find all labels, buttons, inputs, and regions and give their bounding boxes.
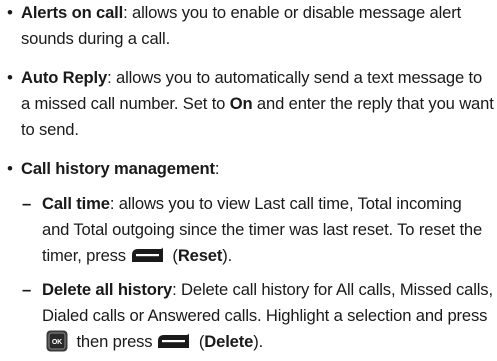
term-auto-reply: Auto Reply [21,68,108,87]
then-press: then press [72,332,153,351]
ok-key-text: OK [52,339,62,346]
key-label-delete: Delete [204,332,254,351]
list-item-call-history-management: • Call history management: [7,156,491,182]
bullet-glyph: • [7,3,13,22]
paren-close: ). [222,246,233,265]
list-item-alerts-on-call: • Alerts on call: allows you to enable o… [7,0,491,52]
bullet-glyph: • [7,159,13,178]
term-call-time: Call time [42,194,110,213]
key-label-reset: Reset [177,246,223,265]
dash-glyph: – [22,280,32,299]
dash-glyph: – [22,194,32,213]
list-item-auto-reply: • Auto Reply: allows you to automaticall… [7,65,495,143]
left-softkey-icon [156,332,190,349]
colon: : [214,159,220,178]
sub-item-call-time: – Call time: allows you to view Last cal… [22,191,492,269]
term-delete-all-history: Delete all history [42,280,173,299]
left-softkey-icon [130,246,164,263]
term-call-history-management: Call history management [21,159,215,178]
paren-open: ( [194,332,205,351]
term-alerts-on-call: Alerts on call [21,3,124,22]
paren-open: ( [167,246,178,265]
sub-item-delete-all-history: – Delete all history: Delete call histor… [22,277,494,355]
value-on: On [229,94,253,113]
paren-close: ). [253,332,264,351]
bullet-glyph: • [7,68,13,87]
ok-key-icon: OK [46,330,68,352]
